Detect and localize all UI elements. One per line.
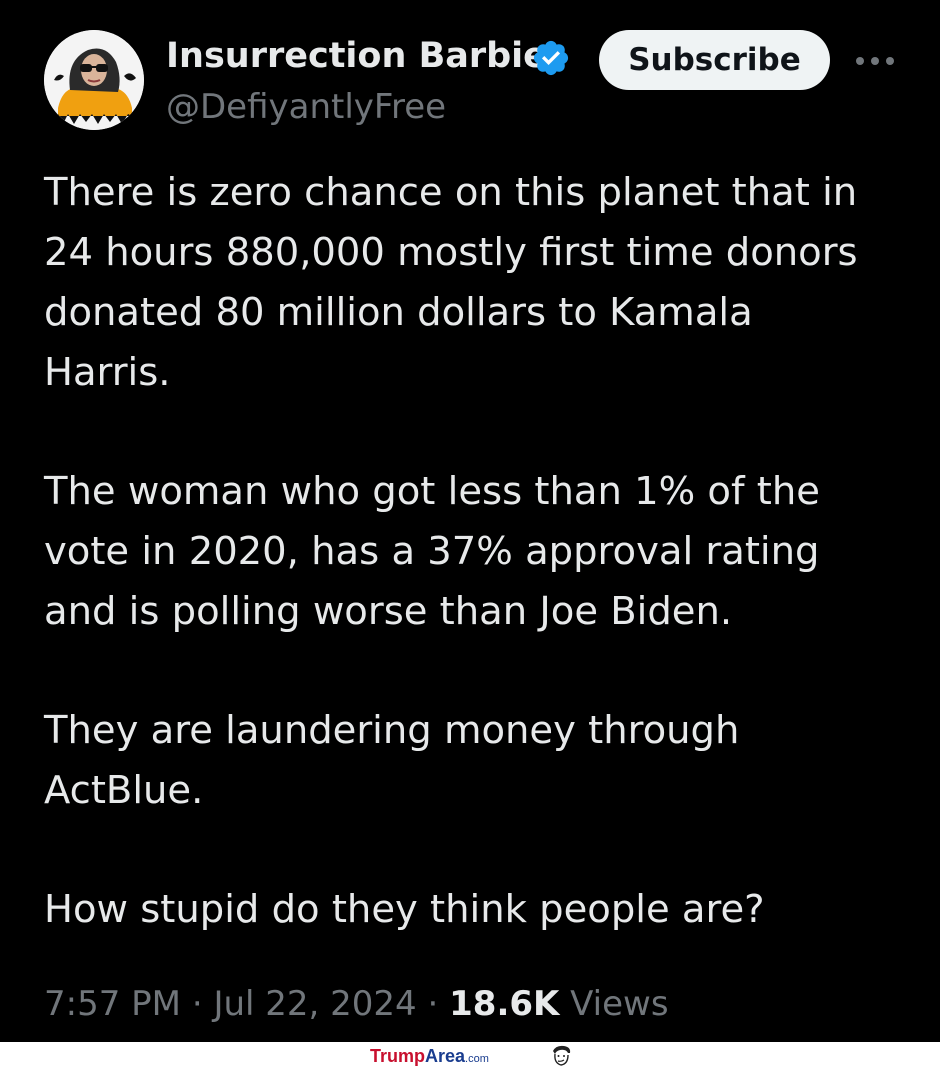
tweet-card: Insurrection Barbie @DefiyantlyFree Subs… [0, 0, 940, 1042]
tweet-time[interactable]: 7:57 PM [44, 984, 181, 1024]
watermark-logo: TrumpArea.com [370, 1046, 489, 1069]
views-label: Views [570, 984, 669, 1024]
cartoon-face-icon [553, 1045, 571, 1066]
tweet-paragraph: The woman who got less than 1% of the vo… [44, 469, 820, 634]
tweet-metadata: 7:57 PM · Jul 22, 2024 · 18.6K Views [44, 980, 669, 1028]
separator-dot: · [427, 984, 439, 1024]
tweet-paragraph: How stupid do they think people are? [44, 887, 765, 932]
tweet-date[interactable]: Jul 22, 2024 [213, 984, 416, 1024]
avatar[interactable] [44, 30, 144, 130]
separator-dot: · [191, 984, 203, 1024]
watermark-part: Trump [370, 1046, 426, 1066]
watermark-part: .com [465, 1053, 489, 1065]
profile-photo [44, 30, 144, 130]
tweet-paragraph: There is zero chance on this planet that… [44, 170, 858, 395]
subscribe-button[interactable]: Subscribe [599, 30, 830, 90]
verified-badge-icon [533, 40, 569, 76]
tweet-paragraph: They are laundering money through ActBlu… [44, 708, 740, 813]
author-handle[interactable]: @DefiyantlyFree [166, 86, 446, 128]
more-options-icon[interactable] [850, 44, 900, 78]
views-count[interactable]: 18.6K [449, 984, 559, 1024]
author-name[interactable]: Insurrection Barbie [166, 34, 547, 78]
tweet-text: There is zero chance on this planet that… [44, 163, 924, 999]
watermark-part: Area [425, 1046, 466, 1066]
